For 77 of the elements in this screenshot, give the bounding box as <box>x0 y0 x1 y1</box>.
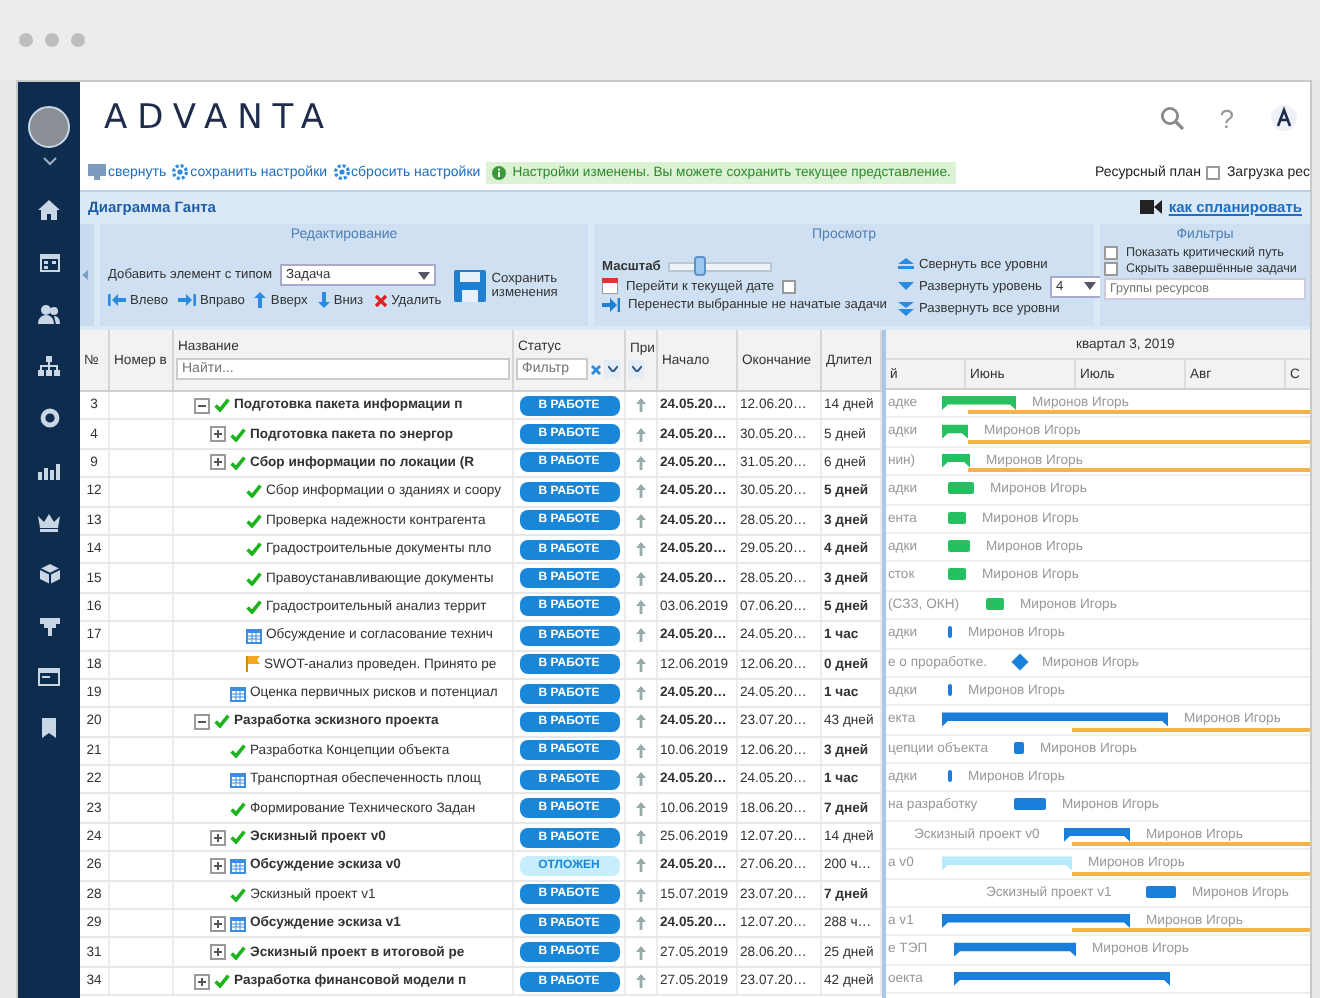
task-bar[interactable] <box>948 568 966 581</box>
tree-toggle[interactable] <box>194 397 210 414</box>
task-bar[interactable] <box>1014 798 1046 811</box>
task-bar[interactable] <box>948 482 974 495</box>
ring-icon[interactable] <box>39 408 59 428</box>
window-icon[interactable] <box>38 668 60 686</box>
arrow-down-icon <box>317 292 330 308</box>
calendar-icon <box>246 627 262 644</box>
filter-checkbox[interactable] <box>1104 262 1118 276</box>
go-today-checkbox[interactable] <box>782 279 797 293</box>
tree-toggle[interactable] <box>210 944 226 961</box>
home-icon[interactable] <box>38 200 60 220</box>
clear-icon[interactable] <box>590 363 602 375</box>
crown-icon[interactable] <box>38 512 60 532</box>
tree-toggle[interactable] <box>210 857 226 874</box>
chevron-down-icon[interactable] <box>41 156 57 166</box>
gear-icon <box>172 164 189 180</box>
calendar-icon <box>230 771 246 788</box>
summary-bar[interactable] <box>942 453 970 468</box>
task-bar[interactable] <box>948 539 970 552</box>
tree-toggle[interactable] <box>194 713 210 730</box>
check-icon <box>230 887 246 902</box>
cube-icon[interactable] <box>39 564 59 584</box>
flag-icon <box>246 656 260 673</box>
people-icon[interactable] <box>38 304 60 324</box>
calendar-icon <box>230 915 246 932</box>
bookmark-icon[interactable] <box>42 718 56 738</box>
calendar-icon[interactable] <box>39 252 59 272</box>
task-bar[interactable] <box>948 511 966 524</box>
org-chart-icon[interactable] <box>38 356 60 376</box>
task-bar[interactable] <box>1146 885 1176 898</box>
bar-chart-icon[interactable] <box>38 460 60 480</box>
caret-icon <box>1083 282 1096 290</box>
resource-plan-checkbox[interactable] <box>1206 165 1221 179</box>
avatar[interactable] <box>28 106 70 148</box>
video-camera-icon[interactable] <box>1140 200 1163 214</box>
arrow-right-icon <box>178 294 197 306</box>
calendar-icon <box>230 685 246 702</box>
delete-icon <box>373 293 388 307</box>
summary-bar[interactable] <box>954 942 1076 957</box>
scale-slider-thumb[interactable] <box>694 256 707 276</box>
collapse-icon <box>898 257 915 271</box>
gear-icon <box>333 164 350 180</box>
dropdown-button[interactable] <box>628 360 644 378</box>
summary-bar[interactable] <box>942 424 968 439</box>
arrow-right-icon <box>602 298 620 312</box>
expand-icon <box>898 301 915 315</box>
summary-bar[interactable] <box>1064 827 1130 842</box>
arrow-left-icon <box>82 270 92 280</box>
logo: ADVANTA <box>104 98 335 138</box>
search-icon[interactable] <box>1159 106 1184 130</box>
calendar-icon <box>602 278 618 294</box>
summary-bar[interactable] <box>942 396 1016 410</box>
tree-toggle[interactable] <box>210 829 226 846</box>
pin-icon[interactable] <box>39 616 59 636</box>
caret-icon <box>631 366 641 372</box>
monitor-icon <box>88 164 106 180</box>
task-bar[interactable] <box>986 597 1004 610</box>
arrow-up-icon <box>254 292 267 308</box>
summary-bar[interactable] <box>942 712 1168 727</box>
summary-bar[interactable] <box>942 914 1130 929</box>
caret-icon <box>418 271 431 279</box>
filter-checkbox[interactable] <box>1104 246 1118 260</box>
tree-toggle[interactable] <box>194 973 210 989</box>
user-avatar-icon[interactable] <box>1270 104 1298 132</box>
tree-toggle[interactable] <box>210 454 226 471</box>
tree-toggle[interactable] <box>210 426 226 443</box>
summary-bar[interactable] <box>954 971 1170 986</box>
arrow-left-icon <box>108 294 126 306</box>
milestone-icon[interactable] <box>1011 652 1029 670</box>
tree-toggle[interactable] <box>210 915 226 932</box>
dropdown-button[interactable] <box>604 360 620 378</box>
caret-icon <box>898 281 915 291</box>
task-bar[interactable] <box>1014 741 1024 754</box>
info-icon <box>492 165 507 179</box>
caret-icon <box>607 366 617 372</box>
calendar-icon <box>230 857 246 874</box>
